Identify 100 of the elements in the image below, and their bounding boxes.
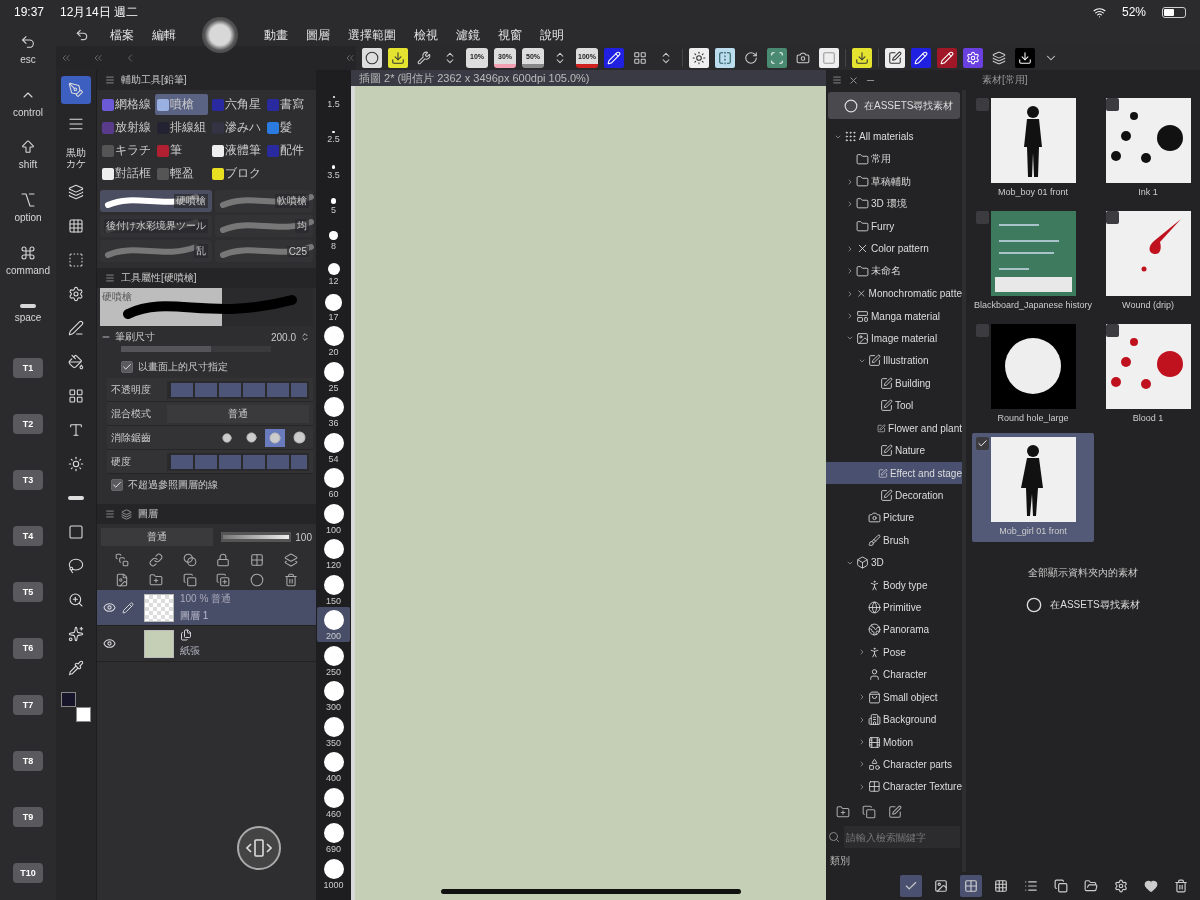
edit-icon[interactable] (885, 48, 905, 68)
menu-item[interactable]: 視窗 (498, 26, 522, 44)
modifier-key[interactable]: control (1, 76, 55, 128)
download-icon[interactable] (1015, 48, 1035, 68)
menu-item[interactable]: 動畫 (264, 26, 288, 44)
brush-size-option[interactable]: 350 (317, 713, 350, 749)
tray-icon[interactable] (388, 48, 408, 68)
menu-item[interactable]: 檔案 (110, 26, 134, 44)
sub-tool-item[interactable]: 輕盈 (155, 163, 208, 184)
material-item[interactable]: Ink 1 (1102, 94, 1194, 203)
brush-preset[interactable]: 軟噴槍 (215, 190, 313, 212)
brush-size-option[interactable]: 36 (317, 393, 350, 429)
pen-gear-icon[interactable] (963, 48, 983, 68)
duplicate-icon[interactable] (182, 573, 197, 587)
sub-tool-item[interactable]: 噴槍 (155, 94, 208, 115)
shortcut-key[interactable]: T2 (13, 413, 43, 434)
fit-icon[interactable] (767, 48, 787, 68)
antialias-option[interactable] (265, 428, 285, 447)
eye-icon[interactable] (103, 601, 116, 614)
sub-tool-item[interactable]: キラチ (100, 140, 153, 161)
sub-tool-item[interactable]: 滲みハ (210, 117, 263, 138)
collapse-icon[interactable] (92, 52, 104, 64)
sub-tool-item[interactable]: 放射線 (100, 117, 153, 138)
checkbox[interactable] (121, 361, 133, 373)
tree-item[interactable]: Manga material (826, 304, 962, 328)
layer-row[interactable]: 100 % 普通 圖層 1 (97, 590, 316, 626)
brush-preset[interactable]: C25 (215, 240, 313, 262)
brush-size-slider[interactable] (121, 346, 271, 352)
brush-size-option[interactable]: 3.5 (317, 145, 350, 181)
brush-preset[interactable]: 後付け水彩境界ツール (100, 215, 212, 237)
shortcut-key[interactable]: T1 (13, 357, 43, 378)
shortcut-key[interactable]: T7 (13, 694, 43, 715)
trash-icon[interactable] (284, 573, 299, 587)
collapse-icon[interactable] (60, 52, 72, 64)
layer-row[interactable]: 紙張 (97, 626, 316, 662)
tree-item[interactable]: 3D (826, 551, 962, 574)
reference-icon[interactable] (182, 553, 197, 567)
sub-tool-item[interactable]: ブロク (210, 163, 263, 184)
pen-icon[interactable] (604, 48, 624, 68)
brush-size-option[interactable]: 25 (317, 358, 350, 394)
shortcut-key[interactable]: T3 (13, 469, 43, 491)
material-item[interactable]: Wound (drip) (1102, 207, 1194, 316)
tree-item[interactable]: Background (826, 708, 962, 731)
caret-right-icon[interactable] (858, 738, 866, 747)
material-item[interactable]: Mob_girl 01 front (972, 433, 1095, 542)
brush-size-option[interactable]: 400 (317, 748, 350, 784)
sub-tool-item[interactable]: 液體筆 (210, 140, 263, 161)
sub-tool-item[interactable]: 配件 (265, 140, 313, 161)
panel-tab[interactable]: 圖層 (138, 507, 158, 521)
tree-item[interactable]: Monochromatic patte (826, 282, 962, 305)
brush-size-option[interactable]: 300 (317, 677, 350, 713)
close-icon[interactable] (848, 74, 859, 86)
tree-item[interactable]: Motion (826, 730, 962, 754)
material-item[interactable]: Mob_boy 01 front (972, 94, 1095, 203)
tree-item[interactable]: All materials (826, 125, 962, 148)
clip-icon[interactable] (114, 553, 129, 567)
sub-tool-item[interactable]: 書寫 (265, 94, 313, 115)
tree-item[interactable]: 3D 環境 (826, 192, 962, 216)
checkbox[interactable] (1106, 98, 1120, 111)
tree-item[interactable]: Nature (826, 439, 962, 462)
caret-right-icon[interactable] (846, 289, 854, 298)
checkbox[interactable] (976, 211, 989, 224)
tree-item[interactable]: 未命名 (826, 260, 962, 283)
brush-size-option[interactable]: 1.5 (317, 74, 350, 110)
tree-item[interactable]: Furry (826, 215, 962, 238)
tree-item[interactable]: Character parts (826, 753, 962, 776)
color-swatch[interactable] (76, 707, 91, 722)
sub-tool-item[interactable]: 筆 (155, 140, 208, 161)
pen-icon[interactable] (911, 48, 931, 68)
menu-item[interactable]: 圖層 (306, 26, 330, 44)
caret-right-icon[interactable] (846, 199, 854, 208)
tree-item[interactable]: Decoration (826, 484, 962, 507)
sub-tool-item[interactable]: 網格線 (100, 94, 153, 115)
tree-item[interactable]: Illustration (826, 349, 962, 373)
tree-item[interactable]: Picture (826, 506, 962, 530)
layer-opacity-value[interactable]: 100 (295, 531, 312, 543)
brush-size-option[interactable]: 20 (317, 322, 350, 358)
checkbox[interactable] (976, 437, 989, 450)
caret-right-icon[interactable] (858, 715, 866, 724)
merge-icon[interactable] (216, 573, 231, 587)
burst-icon[interactable] (689, 48, 709, 68)
tree-item[interactable]: 常用 (826, 147, 962, 171)
material-item[interactable]: Round hole_large (972, 320, 1095, 429)
brush-size-option[interactable]: 8 (317, 216, 350, 252)
tool-button[interactable]: 黒助カケ (61, 144, 91, 172)
sub-tool-item[interactable]: 排線組 (155, 117, 208, 138)
tree-item[interactable]: Primitive (826, 596, 962, 619)
link-icon[interactable] (148, 553, 163, 567)
layer-mask-icon[interactable] (284, 553, 299, 567)
menu-item[interactable]: 編輯 (152, 26, 176, 44)
large-grid-button[interactable] (960, 875, 982, 897)
sub-tool-item[interactable]: 六角星 (210, 94, 263, 115)
checkbox[interactable] (976, 324, 989, 337)
brush-size-option[interactable]: 250 (317, 642, 350, 678)
shortcut-key[interactable]: T9 (13, 806, 43, 827)
assets-link[interactable]: 在ASSETS尋找素材 (1020, 596, 1146, 614)
brush-size-option[interactable]: 120 (317, 535, 350, 571)
app-logo-icon[interactable] (75, 28, 89, 42)
tree-item[interactable]: Flower and plant (826, 416, 962, 440)
tree-item[interactable]: Tool (826, 394, 962, 417)
